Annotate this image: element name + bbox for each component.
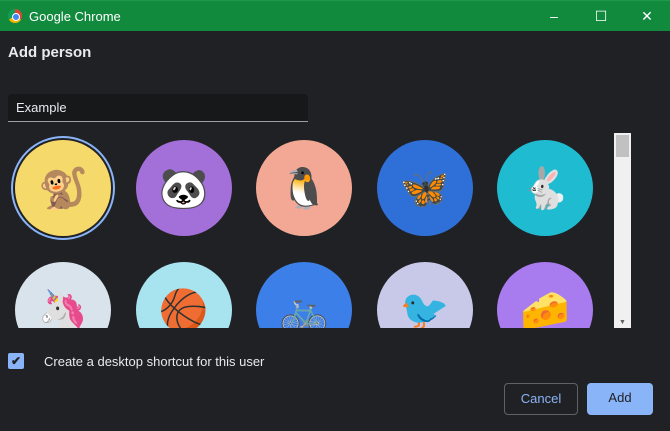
panda-icon: 🐼 [158, 166, 209, 211]
butterfly-icon: 🦋 [399, 166, 450, 211]
name-input[interactable] [8, 94, 308, 122]
scrollbar-thumb[interactable] [616, 135, 629, 157]
minimize-button[interactable]: – [531, 1, 577, 32]
avatar-grid: 🐒 🐼 🐧 🦋 🐇 🦄 🏀 🚲 🐦 🧀 [0, 132, 610, 328]
scrollbar[interactable]: ▼ [614, 133, 631, 328]
window-title: Google Chrome [29, 9, 121, 24]
cancel-button[interactable]: Cancel [504, 383, 578, 415]
rabbit-icon: 🐇 [520, 166, 570, 211]
dialog-title: Add person [8, 44, 92, 61]
bicycle-icon: 🚲 [279, 288, 329, 329]
avatar-monkey[interactable]: 🐒 [15, 140, 111, 236]
maximize-button[interactable]: ☐ [578, 1, 624, 32]
monkey-icon: 🐒 [38, 166, 88, 211]
avatar-unicorn[interactable]: 🦄 [15, 262, 111, 328]
add-button[interactable]: Add [587, 383, 653, 415]
avatar-penguin[interactable]: 🐧 [256, 140, 352, 236]
penguin-icon: 🐧 [279, 166, 329, 211]
avatar-rabbit[interactable]: 🐇 [497, 140, 593, 236]
avatar-basketball[interactable]: 🏀 [135, 262, 232, 329]
shortcut-checkbox[interactable]: ✔ [8, 353, 24, 369]
basketball-icon: 🏀 [158, 288, 209, 329]
cheese-icon: 🧀 [520, 288, 570, 329]
unicorn-icon: 🦄 [38, 288, 88, 329]
avatar-bird[interactable]: 🐦 [376, 262, 473, 329]
avatar-panda[interactable]: 🐼 [135, 140, 232, 236]
avatar-bicycle[interactable]: 🚲 [256, 262, 352, 328]
close-button[interactable]: ✕ [624, 1, 670, 32]
shortcut-label: Create a desktop shortcut for this user [44, 354, 265, 369]
avatar-cheese[interactable]: 🧀 [497, 262, 593, 328]
bird-icon: 🐦 [399, 288, 450, 329]
title-bar: Google Chrome – ☐ ✕ [0, 0, 670, 31]
scroll-down-arrow-icon[interactable]: ▼ [614, 319, 631, 326]
avatar-butterfly[interactable]: 🦋 [376, 140, 473, 236]
chrome-logo-icon [8, 9, 22, 23]
